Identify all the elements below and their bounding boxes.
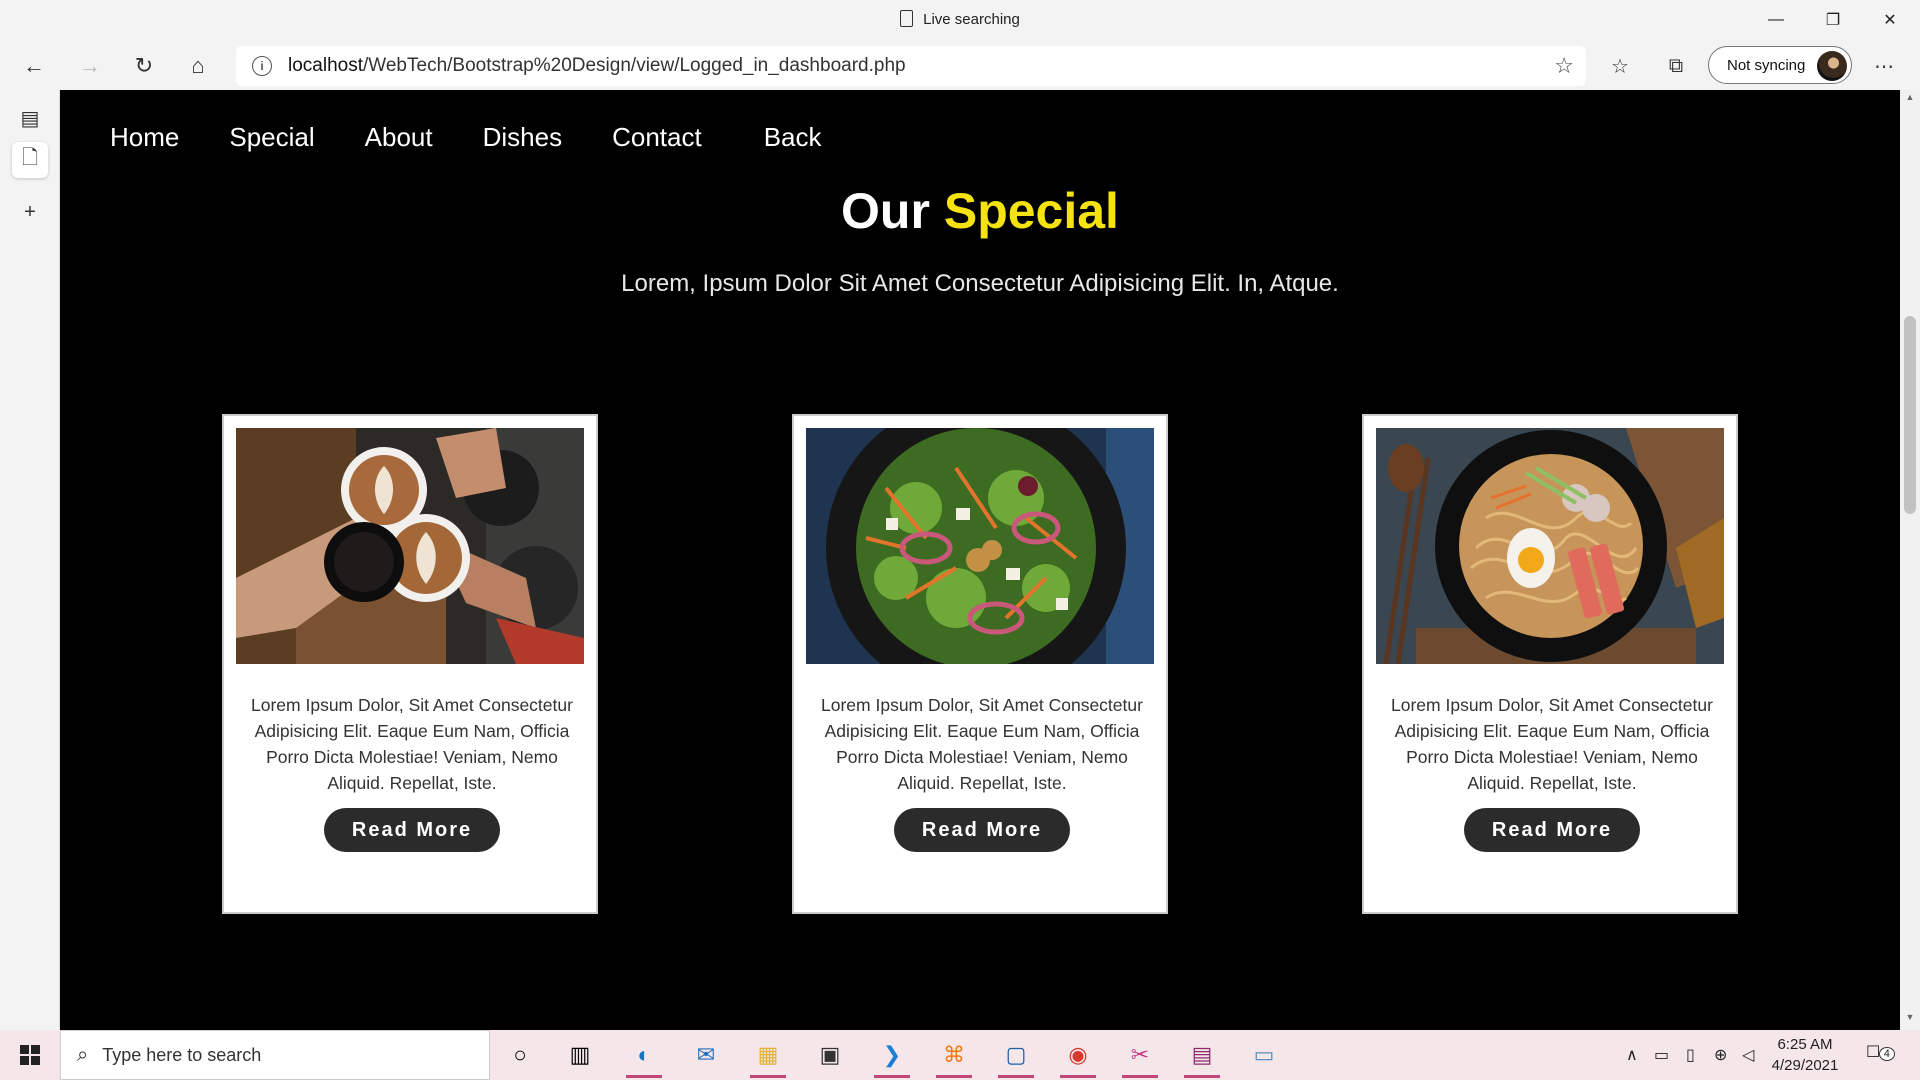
chrome-icon[interactable]: ◉: [1054, 1036, 1102, 1078]
site-navigation: Home Special About Dishes Contact Back: [110, 122, 872, 153]
home-button[interactable]: ⌂: [180, 48, 216, 84]
add-favorite-icon[interactable]: ☆: [1554, 53, 1574, 79]
special-card: Lorem Ipsum Dolor, Sit Amet Consectetur …: [222, 414, 598, 914]
nav-special[interactable]: Special: [229, 122, 314, 153]
tab-title: Live searching: [923, 11, 1020, 28]
special-card: Lorem Ipsum Dolor, Sit Amet Consectetur …: [792, 414, 1168, 914]
vscode-icon[interactable]: ❯: [868, 1036, 916, 1078]
heading-main: Our: [841, 183, 930, 239]
nav-about[interactable]: About: [365, 122, 433, 153]
snipping-tool-icon[interactable]: ✂: [1116, 1036, 1164, 1078]
site-info-icon[interactable]: i: [252, 56, 272, 76]
file-explorer-icon[interactable]: ▦: [744, 1036, 792, 1078]
section-subheading: Lorem, Ipsum Dolor Sit Amet Consectetur …: [621, 270, 1339, 297]
favorites-icon[interactable]: ☆: [1600, 48, 1640, 84]
cortana-icon[interactable]: ○: [496, 1036, 544, 1074]
read-more-button[interactable]: Read More: [1464, 808, 1640, 852]
heading-highlight: Special: [943, 183, 1119, 239]
xampp-icon[interactable]: ⌘: [930, 1036, 978, 1078]
tab-actions-icon[interactable]: ▤: [12, 100, 48, 136]
taskbar-search-box[interactable]: ⌕ Type here to search: [60, 1030, 490, 1080]
forward-button[interactable]: →: [72, 48, 108, 84]
windows-taskbar: ⌕ Type here to search ○ ▥ ◐ ✉ ▦ ▣ ❯ ⌘ ▢ …: [0, 1030, 1920, 1080]
app-icon[interactable]: ▢: [992, 1036, 1040, 1078]
winrar-icon[interactable]: ▤: [1178, 1036, 1226, 1078]
nav-back[interactable]: Back: [764, 122, 822, 153]
refresh-button[interactable]: ↻: [126, 48, 162, 84]
notifications-button[interactable]: ☐ 4: [1866, 1042, 1895, 1062]
special-card: Lorem Ipsum Dolor, Sit Amet Consectetur …: [1362, 414, 1738, 914]
browser-title-bar: Live searching — ❐ ✕: [0, 0, 1920, 42]
close-button[interactable]: ✕: [1862, 4, 1918, 36]
avatar: [1817, 51, 1847, 81]
system-clock[interactable]: 6:25 AM 4/29/2021: [1760, 1034, 1850, 1076]
network-icon[interactable]: ⊕: [1714, 1045, 1727, 1065]
coffee-cups-photo: [236, 428, 584, 664]
nav-contact[interactable]: Contact: [612, 122, 702, 153]
nav-home[interactable]: Home: [110, 122, 179, 153]
store-icon[interactable]: ▣: [806, 1036, 854, 1074]
card-description: Lorem Ipsum Dolor, Sit Amet Consectetur …: [821, 695, 1143, 793]
read-more-button[interactable]: Read More: [324, 808, 500, 852]
sync-label: Not syncing: [1727, 56, 1806, 74]
notepad-icon[interactable]: ▭: [1240, 1036, 1288, 1074]
search-icon: ⌕: [77, 1043, 89, 1066]
scroll-down-icon[interactable]: ▼: [1900, 1012, 1920, 1028]
page-scrollbar[interactable]: ▲ ▼: [1900, 90, 1920, 1030]
browser-toolbar: ← → ↻ ⌂ i localhost/WebTech/Bootstrap%20…: [0, 42, 1920, 90]
vertical-tabs-sidebar: ▤ 🗋 +: [0, 90, 60, 1030]
collections-icon[interactable]: ⧉: [1656, 48, 1696, 84]
restore-button[interactable]: ❐: [1805, 4, 1861, 36]
back-button[interactable]: ←: [16, 48, 52, 84]
profile-sync-button[interactable]: Not syncing: [1708, 46, 1852, 84]
clock-time: 6:25 AM: [1777, 1036, 1833, 1053]
webpage-viewport: Home Special About Dishes Contact Back O…: [60, 90, 1900, 1030]
device-icon[interactable]: ▯: [1686, 1045, 1695, 1065]
task-view-icon[interactable]: ▥: [556, 1036, 604, 1074]
ramen-bowl-photo: [1376, 428, 1724, 664]
battery-icon[interactable]: ▭: [1654, 1045, 1669, 1065]
read-more-button[interactable]: Read More: [894, 808, 1070, 852]
start-button[interactable]: [0, 1030, 60, 1080]
nav-dishes[interactable]: Dishes: [483, 122, 562, 153]
notification-count: 4: [1878, 1047, 1895, 1061]
minimize-button[interactable]: —: [1748, 4, 1804, 36]
scrollbar-thumb[interactable]: [1904, 316, 1916, 514]
show-hidden-icons-icon[interactable]: ∧: [1626, 1045, 1638, 1065]
address-bar[interactable]: i localhost/WebTech/Bootstrap%20Design/v…: [236, 46, 1586, 86]
mail-icon[interactable]: ✉: [682, 1036, 730, 1074]
card-description: Lorem Ipsum Dolor, Sit Amet Consectetur …: [1391, 695, 1713, 793]
section-heading: Our Special: [60, 182, 1900, 240]
new-tab-icon[interactable]: +: [12, 194, 48, 230]
volume-icon[interactable]: ◁: [1742, 1045, 1754, 1065]
edge-browser-icon[interactable]: ◐: [620, 1036, 668, 1078]
clock-date: 4/29/2021: [1771, 1057, 1839, 1074]
search-placeholder: Type here to search: [102, 1044, 262, 1065]
active-tab-icon[interactable]: 🗋: [12, 142, 48, 178]
card-description: Lorem Ipsum Dolor, Sit Amet Consectetur …: [251, 695, 573, 793]
url-text[interactable]: localhost/WebTech/Bootstrap%20Design/vie…: [288, 55, 906, 77]
windows-logo-icon: [20, 1045, 40, 1065]
more-options-icon[interactable]: ⋯: [1864, 48, 1904, 84]
window-title: Live searching: [0, 10, 1920, 28]
salad-bowl-photo: [806, 428, 1154, 664]
document-icon: [900, 10, 914, 27]
scroll-up-icon[interactable]: ▲: [1900, 92, 1920, 108]
